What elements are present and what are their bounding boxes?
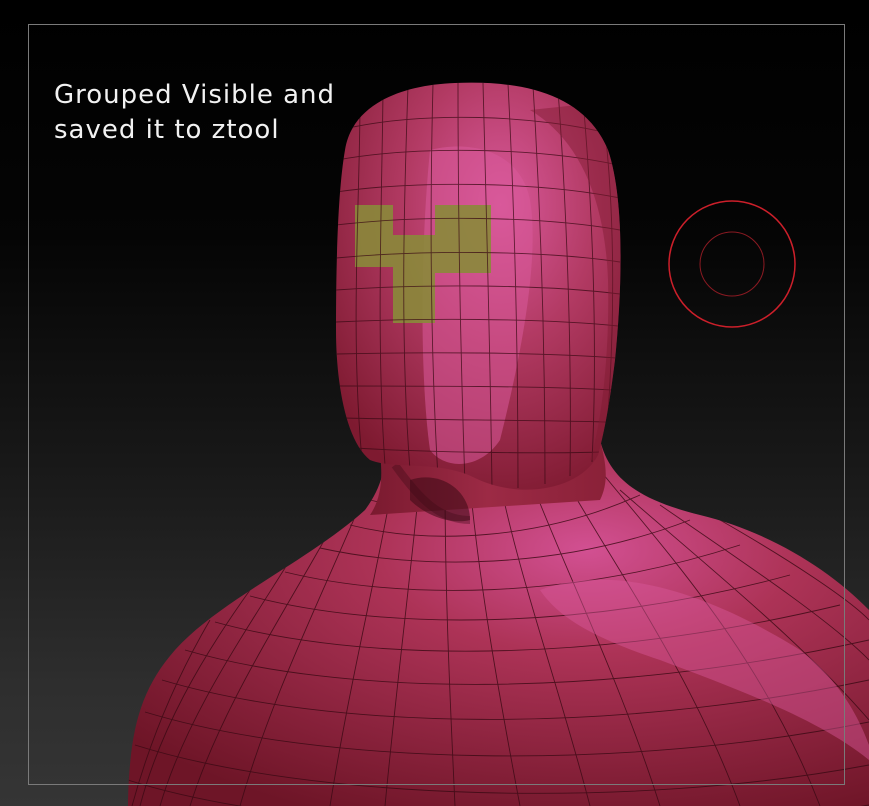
zbrush-canvas[interactable]: Grouped Visible and saved it to ztool [0, 0, 869, 806]
brush-cursor-icon [668, 200, 796, 328]
annotation-caption: Grouped Visible and saved it to ztool [54, 78, 374, 148]
head-mesh [336, 82, 621, 522]
caption-line-1: Grouped Visible and [54, 80, 336, 110]
caption-line-2: saved it to ztool [54, 115, 280, 145]
